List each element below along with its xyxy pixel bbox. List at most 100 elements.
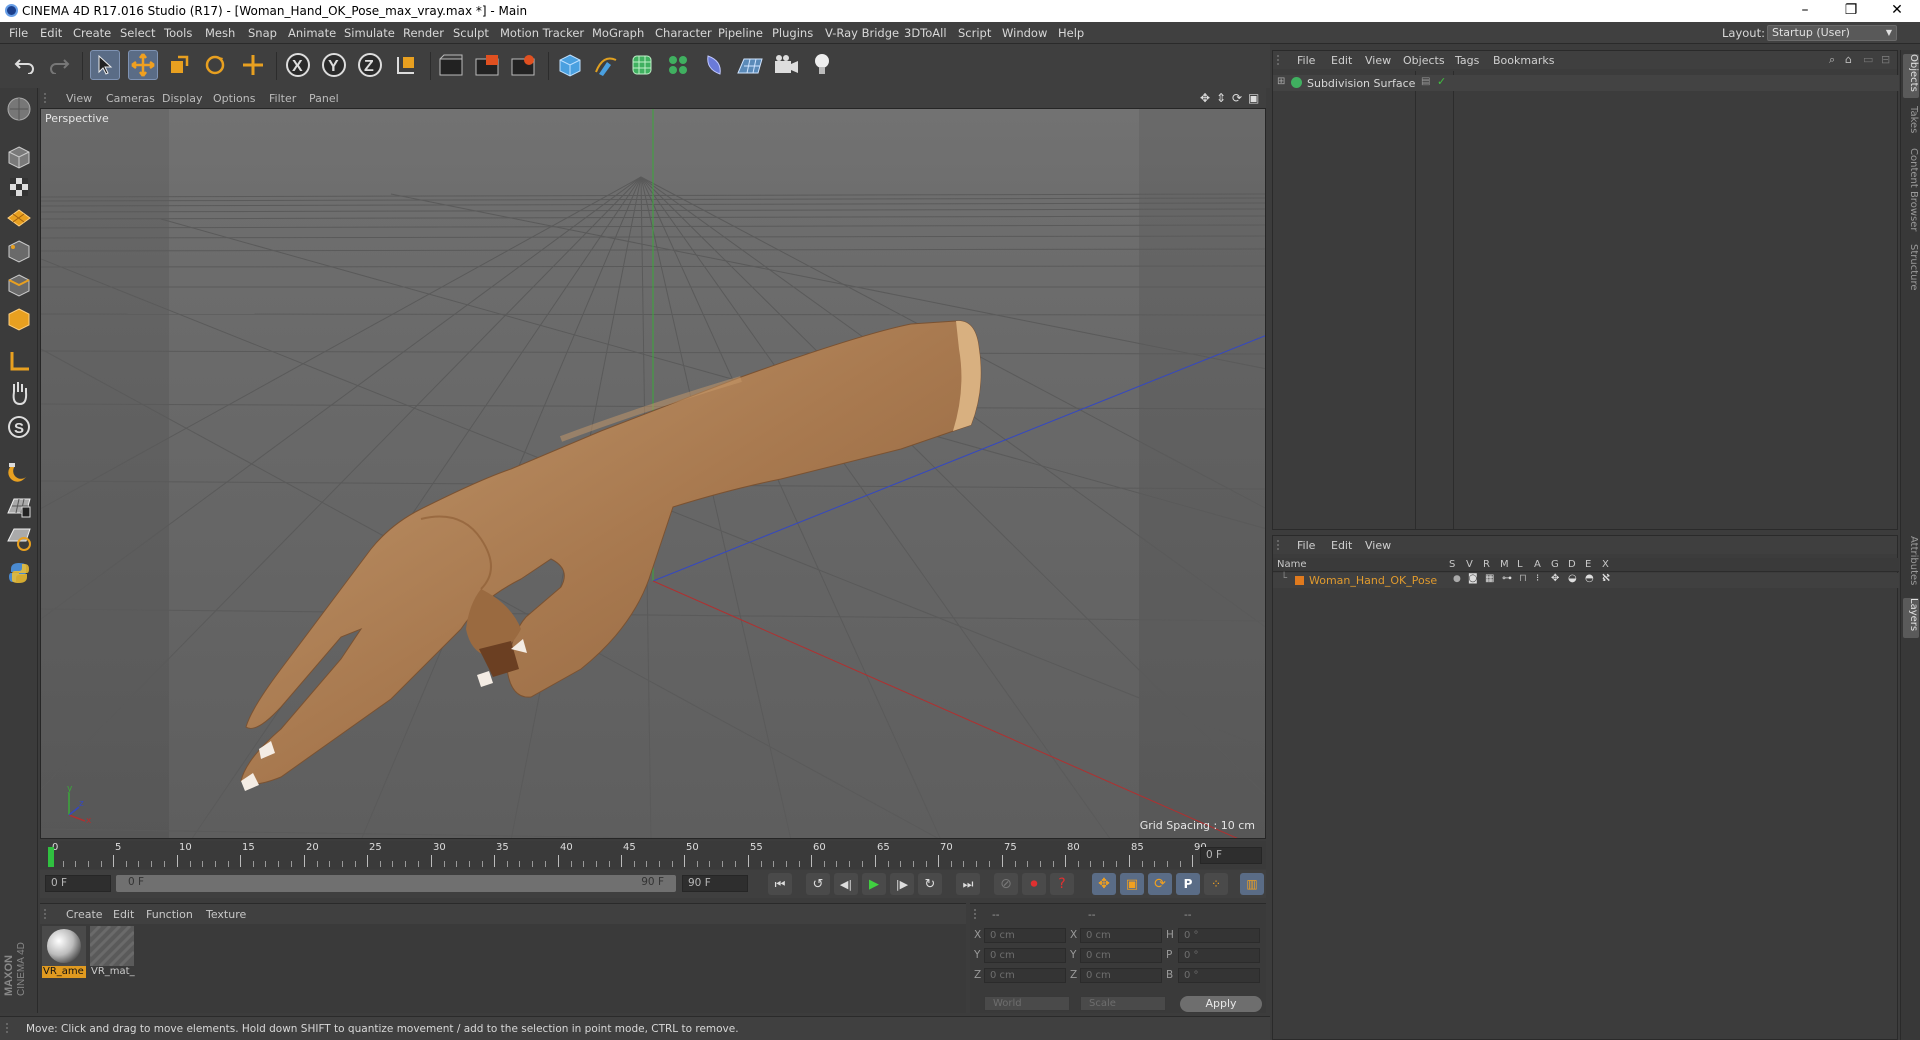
menu-animate[interactable]: Animate	[288, 26, 336, 40]
viewport-menu-options[interactable]: Options	[213, 92, 255, 105]
new-view-icon[interactable]: ▭	[1863, 53, 1873, 66]
material-swatch[interactable]: VR_mat_	[88, 924, 136, 978]
layout-dropdown[interactable]: Startup (User) ▼	[1767, 25, 1897, 41]
expand-icon[interactable]: ⊞	[1277, 76, 1285, 87]
lm-menu-edit[interactable]: Edit	[1331, 539, 1352, 552]
viewport-menu-display[interactable]: Display	[162, 92, 203, 105]
menu-simulate[interactable]: Simulate	[344, 26, 395, 40]
coordinate-mode-dropdown[interactable]: Scale	[1080, 996, 1166, 1011]
axis-icon[interactable]	[4, 346, 34, 376]
key-position-icon[interactable]: ✥	[1092, 873, 1116, 895]
enabled-check-icon[interactable]: ✓	[1437, 75, 1446, 88]
position-x-field[interactable]: 0 cm	[984, 928, 1066, 943]
key-rotation-icon[interactable]: ⟳	[1148, 873, 1172, 895]
menu-sculpt[interactable]: Sculpt	[453, 26, 489, 40]
model-mode-icon[interactable]	[4, 94, 34, 124]
play-icon[interactable]: ▶	[862, 873, 886, 895]
deformer-icon[interactable]	[699, 50, 729, 80]
recent-tools-icon[interactable]	[238, 50, 268, 80]
texture-mode-icon[interactable]	[4, 270, 34, 300]
tweak-icon[interactable]	[4, 378, 34, 408]
scale-icon[interactable]	[164, 50, 194, 80]
frame-range-slider[interactable]: 0 F 90 F	[116, 875, 676, 892]
search-icon[interactable]: ⌕	[1829, 53, 1835, 67]
previous-frame-icon[interactable]: ◀|	[834, 873, 858, 895]
tab-attributes[interactable]: Attributes	[1903, 536, 1919, 592]
y-axis-icon[interactable]: Y	[319, 50, 349, 80]
x-axis-icon[interactable]: X	[283, 50, 313, 80]
menu-tools[interactable]: Tools	[164, 26, 192, 40]
next-key-icon[interactable]: ↻	[918, 873, 942, 895]
menu-help[interactable]: Help	[1058, 26, 1084, 40]
live-selection-icon[interactable]	[90, 50, 120, 80]
viewport-menu-filter[interactable]: Filter	[269, 92, 296, 105]
lock-icon[interactable]: ⊟	[1881, 53, 1890, 66]
menu-mograph[interactable]: MoGraph	[592, 26, 644, 40]
cloner-icon[interactable]	[663, 50, 693, 80]
start-frame-field[interactable]: 0 F	[45, 875, 111, 892]
goto-end-icon[interactable]: ⏭	[956, 873, 980, 895]
menu-window[interactable]: Window	[1002, 26, 1047, 40]
menu-vray-bridge[interactable]: V-Ray Bridge	[825, 26, 899, 40]
tab-objects[interactable]: Objects	[1903, 54, 1919, 98]
quantize-icon[interactable]	[4, 524, 34, 554]
apply-button[interactable]: Apply	[1180, 996, 1262, 1012]
rotation-p-field[interactable]: 0 °	[1178, 948, 1260, 963]
end-frame-field[interactable]: 90 F	[682, 875, 748, 892]
viewport-menu-view[interactable]: View	[66, 92, 92, 105]
current-frame-field[interactable]: 0 F	[1200, 847, 1262, 864]
dolly-view-icon[interactable]: ⇕	[1216, 91, 1226, 105]
menu-select[interactable]: Select	[120, 26, 155, 40]
visibility-dots-icon[interactable]: ▤	[1421, 76, 1430, 87]
xref-icon[interactable]: ℵ	[1602, 573, 1610, 584]
object-mode-icon[interactable]	[4, 236, 34, 266]
previous-key-icon[interactable]: ↺	[806, 873, 830, 895]
record-disabled-icon[interactable]: ⊘	[994, 873, 1018, 895]
z-axis-icon[interactable]: Z	[355, 50, 385, 80]
rotate-view-icon[interactable]: ⟳	[1232, 91, 1242, 105]
size-z-field[interactable]: 0 cm	[1080, 968, 1162, 983]
menu-create[interactable]: Create	[73, 26, 111, 40]
camera-icon[interactable]	[771, 50, 801, 80]
undo-icon[interactable]	[10, 50, 40, 80]
tab-takes[interactable]: Takes	[1903, 106, 1919, 142]
edges-mode-icon[interactable]	[4, 172, 34, 202]
maximize-view-icon[interactable]: ▣	[1248, 91, 1259, 105]
material-menu-edit[interactable]: Edit	[113, 908, 134, 921]
goto-start-icon[interactable]: ⏮	[768, 873, 792, 895]
python-icon[interactable]	[4, 558, 34, 588]
timeline-ruler[interactable]: 051015202530354045505560657075808590 0 F	[40, 841, 1266, 869]
perspective-viewport[interactable]: y x z Perspective Grid Spacing : 10 cm	[40, 108, 1266, 839]
menu-pipeline[interactable]: Pipeline	[718, 26, 763, 40]
layer-row[interactable]: └ Woman_Hand_OK_Pose ● ◙ ▦ ⊶ ⊓ ⁝ ✥ ◒ ◓ ℵ	[1273, 573, 1899, 588]
lm-menu-file[interactable]: File	[1297, 539, 1315, 552]
layer-color-swatch[interactable]	[1295, 576, 1304, 585]
menu-script[interactable]: Script	[958, 26, 991, 40]
om-menu-tags[interactable]: Tags	[1455, 54, 1479, 67]
restore-button[interactable]: ❐	[1828, 0, 1874, 22]
menu-snap[interactable]: Snap	[248, 26, 277, 40]
om-menu-bookmarks[interactable]: Bookmarks	[1493, 54, 1554, 67]
menu-edit[interactable]: Edit	[40, 26, 62, 40]
menu-3dtoall[interactable]: 3DToAll	[904, 26, 947, 40]
object-row[interactable]: ⊞ Subdivision Surface ▤ ✓	[1273, 75, 1899, 91]
autokeying-icon[interactable]: ?	[1050, 873, 1074, 895]
animation-icon[interactable]: ⁝	[1536, 573, 1539, 584]
uv-mode-icon[interactable]	[4, 304, 34, 334]
tab-structure[interactable]: Structure	[1903, 244, 1919, 300]
home-icon[interactable]: ⌂	[1845, 53, 1852, 66]
workplane-icon[interactable]	[4, 492, 34, 522]
render-picture-viewer-icon[interactable]	[472, 50, 502, 80]
lm-menu-view[interactable]: View	[1365, 539, 1391, 552]
pan-view-icon[interactable]: ✥	[1200, 91, 1210, 105]
material-menu-create[interactable]: Create	[66, 908, 103, 921]
om-menu-file[interactable]: File	[1297, 54, 1315, 67]
key-scale-icon[interactable]: ▣	[1120, 873, 1144, 895]
floor-icon[interactable]	[735, 50, 765, 80]
om-menu-view[interactable]: View	[1365, 54, 1391, 67]
viewport-menu-cameras[interactable]: Cameras	[106, 92, 155, 105]
rotation-b-field[interactable]: 0 °	[1178, 968, 1260, 983]
render-settings-icon[interactable]	[508, 50, 538, 80]
material-menu-texture[interactable]: Texture	[206, 908, 246, 921]
next-frame-icon[interactable]: |▶	[890, 873, 914, 895]
